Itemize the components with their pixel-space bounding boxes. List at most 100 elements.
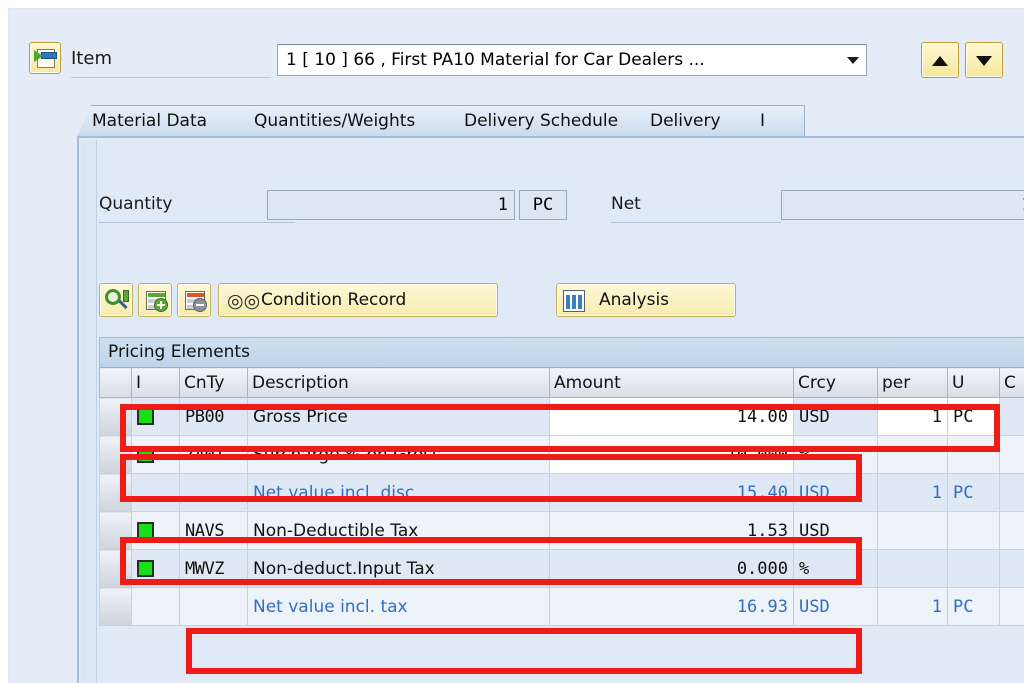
item-navigation-bar: Item 1 [ 10 ] 66 , First PA10 Material f…: [19, 37, 1024, 83]
cell-status: [131, 473, 180, 512]
quantity-uom-input[interactable]: PC: [519, 190, 567, 220]
cell-description: Net value incl. tax: [247, 587, 550, 626]
cell-per: 1: [877, 587, 948, 626]
cell-status: [131, 435, 180, 474]
insert-row-button[interactable]: [138, 283, 172, 317]
row-selector[interactable]: [99, 397, 132, 436]
tab-label: Delivery: [650, 111, 721, 131]
column-header-crcy[interactable]: Crcy: [793, 367, 878, 398]
arrow-up-icon: [932, 56, 948, 66]
cell-uom[interactable]: PC: [947, 397, 1000, 436]
row-selector[interactable]: [99, 587, 132, 626]
tab-content-panel: Quantity 1 PC Net 15: [77, 136, 1024, 683]
cell-currency: %: [793, 549, 878, 588]
condition-record-button[interactable]: ◎◎ Condition Record: [218, 283, 498, 317]
cell-amount[interactable]: 14.00: [549, 397, 794, 436]
cell-c: [999, 549, 1024, 588]
cell-per: [877, 511, 948, 550]
column-header-per[interactable]: per: [877, 367, 948, 398]
analysis-button[interactable]: Analysis: [556, 283, 736, 317]
cell-currency: USD: [793, 511, 878, 550]
tab-material-data[interactable]: Material Data: [77, 105, 253, 137]
status-green-icon: [137, 445, 154, 463]
arrow-down-icon: [976, 56, 992, 66]
cell-uom: PC: [947, 587, 1000, 626]
cell-per: 1: [877, 473, 948, 512]
net-label-underline: [611, 222, 781, 223]
cell-description: Non-Deductible Tax: [247, 511, 550, 550]
cell-amount[interactable]: 10.000: [549, 435, 794, 474]
analysis-label: Analysis: [599, 290, 670, 310]
item-label-underline: [71, 77, 271, 78]
column-header-cnty[interactable]: CnTy: [179, 367, 248, 398]
quantity-input[interactable]: 1: [267, 190, 515, 220]
net-label: Net: [611, 194, 641, 214]
cell-condition-type: ZA01: [179, 435, 248, 474]
cell-c: [999, 435, 1024, 474]
cell-condition-type: NAVS: [179, 511, 248, 550]
column-header-c[interactable]: C: [999, 367, 1024, 398]
row-selector[interactable]: [99, 473, 132, 512]
column-header-i[interactable]: I: [131, 367, 180, 398]
column-header-amount[interactable]: Amount: [549, 367, 794, 398]
net-input[interactable]: 15: [781, 190, 1024, 220]
previous-item-button[interactable]: [921, 42, 959, 78]
pricing-table: I CnTy Description Amount Crcy per U C PB00 Gros…: [99, 367, 1024, 626]
quantity-net-row: Quantity 1 PC Net 15: [81, 188, 1024, 228]
row-selector[interactable]: [99, 511, 132, 550]
cell-per[interactable]: 1: [877, 397, 948, 436]
chevron-down-icon: [847, 57, 859, 64]
cell-condition-type: [179, 587, 248, 626]
cell-per: [877, 435, 948, 474]
cell-description: Surcharge % on Gross: [247, 435, 550, 474]
cell-amount: 1.53: [549, 511, 794, 550]
grid-title: Pricing Elements: [99, 337, 1024, 367]
table-row[interactable]: MWVZ Non-deduct.Input Tax 0.000%: [99, 549, 1024, 588]
header-row-selector[interactable]: [99, 367, 132, 398]
cell-amount: 16.93: [549, 587, 794, 626]
quantity-label-underline: [99, 222, 295, 223]
pricing-header-row: I CnTy Description Amount Crcy per U C: [99, 367, 1024, 398]
status-green-icon: [137, 407, 154, 425]
table-row[interactable]: Net value incl. disc 15.40 USD 1 PC: [99, 473, 1024, 512]
tab-label: Material Data: [92, 111, 208, 131]
pricing-elements-grid: Pricing Elements I CnTy Description Amou…: [99, 337, 1024, 682]
status-green-icon: [137, 521, 154, 539]
delete-row-button[interactable]: [177, 283, 211, 317]
cell-uom: [947, 511, 1000, 550]
condition-record-label: Condition Record: [261, 290, 407, 310]
item-select[interactable]: 1 [ 10 ] 66 , First PA10 Material for Ca…: [277, 44, 867, 76]
pricing-table-body: PB00 Gross Price 14.00 USD 1 PC ZA01 Surcharge …: [99, 397, 1024, 626]
item-overview-icon[interactable]: [29, 42, 61, 74]
cell-status: [131, 549, 180, 588]
quantity-label: Quantity: [99, 194, 173, 214]
analysis-columns-icon: [563, 290, 585, 312]
cell-c: [999, 397, 1024, 436]
table-row[interactable]: Net value incl. tax 16.93 USD 1 PC: [99, 587, 1024, 626]
tab-strip: Material Data Quantities/Weights Delivery …: [77, 105, 1024, 137]
column-header-u[interactable]: U: [947, 367, 1000, 398]
cell-uom: [947, 435, 1000, 474]
cell-condition-type: PB00: [179, 397, 248, 436]
delete-row-icon: [185, 291, 207, 312]
cell-c: [999, 587, 1024, 626]
table-row[interactable]: NAVS Non-Deductible Tax 1.53 USD: [99, 511, 1024, 550]
tab-delivery-schedule[interactable]: Delivery Schedule: [449, 105, 649, 137]
tab-content-inner: Quantity 1 PC Net 15: [81, 140, 1024, 683]
cell-c: [999, 511, 1024, 550]
table-row[interactable]: PB00 Gross Price 14.00 USD 1 PC: [99, 397, 1024, 436]
row-selector[interactable]: [99, 435, 132, 474]
next-item-button[interactable]: [965, 42, 1003, 78]
app-surface: Item 1 [ 10 ] 66 , First PA10 Material f…: [8, 8, 1024, 683]
pricing-table-head: I CnTy Description Amount Crcy per U C: [99, 367, 1024, 398]
find-condition-icon: [105, 289, 129, 313]
tab-quantities-weights[interactable]: Quantities/Weights: [239, 105, 463, 137]
cell-amount: 0.000: [549, 549, 794, 588]
row-selector[interactable]: [99, 549, 132, 588]
item-select-value: 1 [ 10 ] 66 , First PA10 Material for Ca…: [286, 50, 705, 70]
column-header-description[interactable]: Description: [247, 367, 550, 398]
table-row[interactable]: ZA01 Surcharge % on Gross 10.000%: [99, 435, 1024, 474]
cell-status: [131, 397, 180, 436]
find-condition-button[interactable]: [99, 283, 133, 317]
tab-delivery[interactable]: Delivery: [635, 105, 759, 137]
